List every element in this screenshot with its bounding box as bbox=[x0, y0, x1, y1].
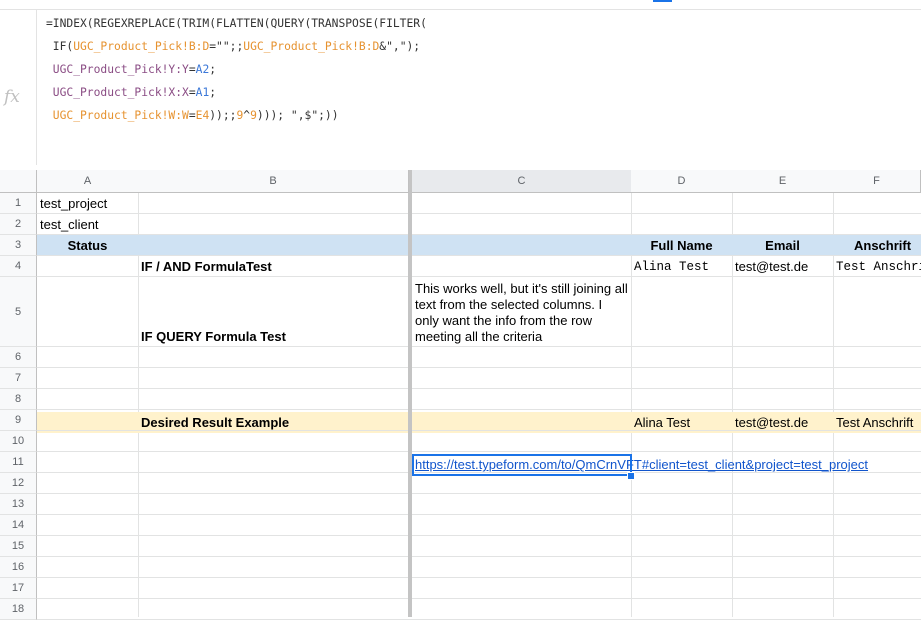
row-header-16[interactable]: 16 bbox=[0, 557, 37, 578]
formula-token: ));; bbox=[209, 109, 237, 122]
cell-a2[interactable]: test_client bbox=[37, 214, 138, 235]
cell-b9[interactable]: Desired Result Example bbox=[138, 412, 408, 433]
formula-input[interactable]: =INDEX(REGEXREPLACE(TRIM(FLATTEN(QUERY(T… bbox=[46, 12, 427, 127]
formula-token: 9 bbox=[250, 109, 257, 122]
column-header-b[interactable]: B bbox=[138, 170, 409, 193]
formula-line: UGC_Product_Pick!W:W=E4));;9^9))); ",$";… bbox=[46, 104, 427, 127]
formula-token: =INDEX(REGEXREPLACE(TRIM(FLATTEN(QUERY(T… bbox=[46, 17, 427, 30]
cell-a3[interactable]: Status bbox=[37, 235, 138, 256]
row-header-17[interactable]: 17 bbox=[0, 578, 37, 599]
spreadsheet-grid: A B C D E F 1 2 3 4 5 6 7 8 9 10 11 12 13 14 15 16 17 18 … bbox=[0, 170, 921, 620]
grid-line bbox=[0, 535, 921, 536]
column-header-f[interactable]: F bbox=[833, 170, 921, 193]
row-header-5[interactable]: 5 bbox=[0, 277, 37, 347]
row-header-3[interactable]: 3 bbox=[0, 235, 37, 256]
formula-token: A1 bbox=[195, 86, 210, 99]
formula-token: ; bbox=[209, 63, 217, 76]
formula-line: UGC_Product_Pick!Y:Y=A2; bbox=[46, 58, 427, 81]
row-header-6[interactable]: 6 bbox=[0, 347, 37, 368]
formula-token: ="";; bbox=[209, 40, 244, 53]
column-header-d[interactable]: D bbox=[631, 170, 733, 193]
formula-token: ))); ",$";)) bbox=[256, 109, 339, 122]
grid-line bbox=[0, 577, 921, 578]
cell-b4[interactable]: IF / AND FormulaTest bbox=[138, 256, 408, 277]
row-header-13[interactable]: 13 bbox=[0, 494, 37, 515]
cell-f9[interactable]: Test Anschrift bbox=[833, 412, 921, 433]
column-header-c[interactable]: C bbox=[412, 170, 632, 193]
row-header-15[interactable]: 15 bbox=[0, 536, 37, 557]
cell-selection bbox=[412, 454, 632, 476]
formula-token: A2 bbox=[195, 63, 210, 76]
cell-f3[interactable]: Anschrift bbox=[833, 235, 921, 256]
row-header-10[interactable]: 10 bbox=[0, 431, 37, 452]
formula-line: IF(UGC_Product_Pick!B:D="";;UGC_Product_… bbox=[46, 35, 427, 58]
grid-line bbox=[0, 493, 921, 494]
formula-token: UGC_Product_Pick!B:D bbox=[73, 40, 210, 53]
fx-icon: fx bbox=[4, 87, 20, 107]
formula-bar: fx =INDEX(REGEXREPLACE(TRIM(FLATTEN(QUER… bbox=[0, 0, 921, 170]
formula-token: ; bbox=[209, 86, 217, 99]
fx-separator bbox=[36, 10, 37, 165]
formula-token: &","); bbox=[379, 40, 421, 53]
formula-token: UGC_Product_Pick!Y:Y bbox=[46, 63, 189, 76]
grid-line bbox=[0, 409, 921, 410]
cell-d3[interactable]: Full Name bbox=[631, 235, 732, 256]
grid-line bbox=[0, 367, 921, 368]
row-header-9[interactable]: 9 bbox=[0, 410, 37, 431]
formula-token: UGC_Product_Pick!W:W bbox=[46, 109, 189, 122]
cell-e9[interactable]: test@test.de bbox=[732, 412, 833, 433]
fill-handle[interactable] bbox=[627, 472, 635, 480]
grid-line bbox=[0, 598, 921, 599]
cell-d4[interactable]: Alina Test bbox=[631, 256, 732, 277]
grid-line bbox=[0, 514, 921, 515]
cell-a1[interactable]: test_project bbox=[37, 193, 138, 214]
row-header-4[interactable]: 4 bbox=[0, 256, 37, 277]
row-header-11[interactable]: 11 bbox=[0, 452, 37, 473]
formula-token: = bbox=[188, 109, 196, 122]
column-freeze-divider[interactable] bbox=[408, 170, 412, 617]
grid-line bbox=[0, 556, 921, 557]
grid-line bbox=[0, 451, 921, 452]
formula-line: UGC_Product_Pick!X:X=A1; bbox=[46, 81, 427, 104]
formula-line: =INDEX(REGEXREPLACE(TRIM(FLATTEN(QUERY(T… bbox=[46, 12, 427, 35]
cell-d9[interactable]: Alina Test bbox=[631, 412, 732, 433]
grid-line bbox=[0, 388, 921, 389]
select-all-corner[interactable] bbox=[0, 170, 37, 193]
grid-line bbox=[0, 213, 921, 214]
cell-e3[interactable]: Email bbox=[732, 235, 833, 256]
cell-f4[interactable]: Test Anschrift bbox=[833, 256, 921, 277]
formula-token: UGC_Product_Pick!B:D bbox=[243, 40, 380, 53]
row-header-1[interactable]: 1 bbox=[0, 193, 37, 214]
formula-token: IF( bbox=[46, 40, 74, 53]
formula-token: UGC_Product_Pick!X:X bbox=[46, 86, 189, 99]
toolbar-divider bbox=[0, 9, 921, 10]
cell-e4[interactable]: test@test.de bbox=[732, 256, 833, 277]
fx-area: fx bbox=[0, 10, 36, 165]
cell-c5[interactable]: This works well, but it's still joining … bbox=[412, 277, 631, 347]
row-header-2[interactable]: 2 bbox=[0, 214, 37, 235]
formula-token: = bbox=[188, 86, 196, 99]
cell-b5[interactable]: IF QUERY Formula Test bbox=[138, 277, 408, 347]
column-header-e[interactable]: E bbox=[732, 170, 834, 193]
row-header-7[interactable]: 7 bbox=[0, 368, 37, 389]
formula-token: = bbox=[188, 63, 196, 76]
formula-token: E4 bbox=[195, 109, 210, 122]
row-header-12[interactable]: 12 bbox=[0, 473, 37, 494]
row-header-14[interactable]: 14 bbox=[0, 515, 37, 536]
column-header-a[interactable]: A bbox=[37, 170, 139, 193]
toolbar-indicator bbox=[653, 0, 672, 2]
row-header-8[interactable]: 8 bbox=[0, 389, 37, 410]
